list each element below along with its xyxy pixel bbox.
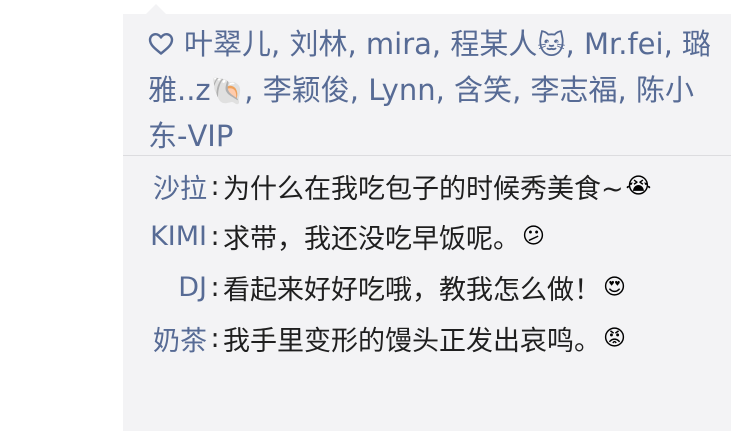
- comment-author[interactable]: KIMI: [123, 221, 207, 252]
- liker-emoji: 🐱: [537, 30, 566, 61]
- panel-pointer: [146, 4, 166, 14]
- comment-author[interactable]: 奶茶: [123, 319, 207, 358]
- name-separator: ,: [663, 27, 683, 61]
- comment-colon: :: [210, 322, 220, 354]
- liker-name[interactable]: 李志福: [531, 73, 618, 107]
- comment-row[interactable]: 奶茶: 我手里变形的馒头正发出哀鸣。 😡: [123, 314, 626, 362]
- liker-name[interactable]: 李颖俊: [263, 73, 350, 107]
- heart-outline-icon: [148, 23, 184, 68]
- comment-emoji: 😕: [522, 223, 545, 249]
- comment-text: 看起来好好吃哦，教我怎么做！: [223, 274, 601, 306]
- liker-name[interactable]: 刘林: [289, 27, 347, 61]
- comment-text: 求带，我还没吃早饭呢。: [223, 223, 520, 255]
- liker-emoji: 🐚: [210, 76, 245, 107]
- comment-row[interactable]: 沙拉: 为什么在我吃包子的时候秀美食~ 😭: [123, 162, 651, 210]
- liker-name[interactable]: 叶翠儿: [184, 27, 271, 61]
- comment-row[interactable]: KIMI: 求带，我还没吃早饭呢。 😕: [123, 212, 545, 260]
- comment-emoji: 😍: [603, 274, 626, 300]
- comment-emoji: 😭: [625, 173, 652, 199]
- liker-name[interactable]: 程某人: [450, 27, 537, 61]
- comment-text: 为什么在我吃包子的时候秀美食~: [223, 173, 624, 205]
- likes-names: 叶翠儿, 刘林, mira, 程某人🐱, Mr.fei, 璐雅..z🐚, 李颖俊…: [148, 27, 711, 153]
- comment-emoji: 😡: [603, 325, 626, 351]
- comment-author[interactable]: 沙拉: [123, 167, 207, 206]
- comment-text: 我手里变形的馒头正发出哀鸣。: [223, 325, 601, 357]
- name-separator: ,: [435, 73, 455, 107]
- name-separator: ,: [349, 73, 369, 107]
- comment-colon: :: [210, 271, 220, 303]
- name-separator: ,: [512, 73, 531, 107]
- liker-name[interactable]: mira: [366, 27, 432, 61]
- name-separator: ,: [565, 27, 584, 61]
- divider: [123, 155, 731, 156]
- comment-author[interactable]: DJ: [123, 272, 207, 303]
- liker-name[interactable]: Lynn: [368, 73, 435, 107]
- comment-colon: :: [210, 170, 220, 202]
- name-separator: ,: [244, 73, 263, 107]
- liker-name[interactable]: Mr.fei: [584, 27, 664, 61]
- comment-row[interactable]: DJ: 看起来好好吃哦，教我怎么做！ 😍: [123, 263, 626, 311]
- name-separator: ,: [431, 27, 451, 61]
- likes-list: 叶翠儿, 刘林, mira, 程某人🐱, Mr.fei, 璐雅..z🐚, 李颖俊…: [148, 22, 718, 159]
- name-separator: ,: [617, 73, 636, 107]
- liker-name[interactable]: 含笑: [454, 73, 512, 107]
- name-separator: ,: [271, 27, 290, 61]
- comment-colon: :: [210, 220, 220, 252]
- name-separator: ,: [347, 27, 366, 61]
